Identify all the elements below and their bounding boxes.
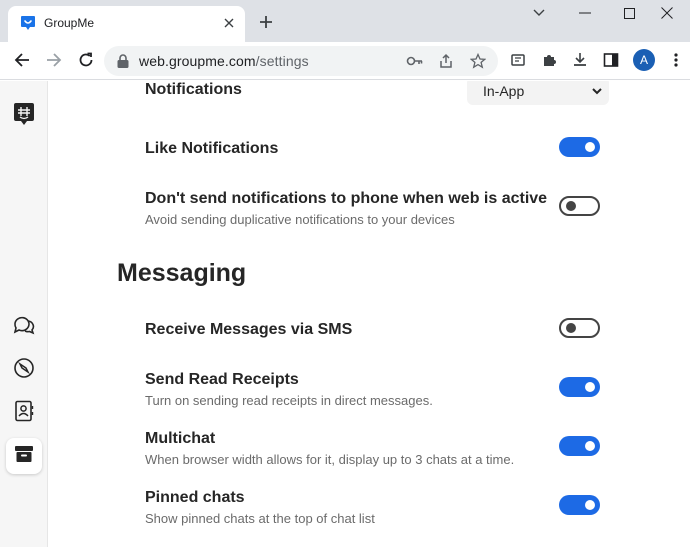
messaging-section-title: Messaging [117, 259, 247, 287]
groupme-favicon-icon [20, 15, 36, 32]
scrollbar[interactable] [686, 81, 690, 547]
new-tab-icon[interactable] [255, 11, 277, 33]
url-host: web.groupme.com [139, 53, 256, 69]
download-icon[interactable] [566, 46, 594, 74]
minimize-icon[interactable] [562, 0, 608, 26]
sms-setting-label: Receive Messages via SMS [145, 321, 353, 338]
close-window-icon[interactable] [644, 0, 690, 26]
tab-search-chevron-icon[interactable] [516, 0, 562, 26]
toggle-knob [585, 500, 595, 510]
multichat-label: Multichat [145, 430, 216, 447]
toggle-knob [566, 323, 576, 333]
browser-toolbar: web.groupme.com/settings A [0, 42, 690, 80]
password-key-icon[interactable] [404, 50, 426, 72]
archive-icon [14, 445, 34, 468]
read-receipts-label: Send Read Receipts [145, 371, 299, 388]
like-notifications-toggle[interactable] [559, 137, 600, 157]
reload-icon[interactable] [72, 46, 100, 74]
browser-tab[interactable]: GroupMe [8, 6, 245, 42]
back-icon[interactable] [8, 46, 36, 74]
browser-titlebar: GroupMe [0, 0, 690, 42]
groupme-app: Notifications In-App Like Notifications … [0, 81, 690, 547]
toggle-knob [585, 441, 595, 451]
multichat-toggle[interactable] [559, 436, 600, 456]
no-phone-notifications-toggle[interactable] [559, 196, 600, 216]
no-phone-notifications-description: Avoid sending duplicative notifications … [145, 212, 455, 227]
side-panel-icon[interactable] [597, 46, 625, 74]
sidebar-item-archive[interactable] [6, 438, 42, 474]
screenshot-icon[interactable] [504, 46, 532, 74]
toggle-knob [566, 201, 576, 211]
profile-avatar[interactable]: A [633, 49, 655, 71]
pinned-chats-toggle[interactable] [559, 495, 600, 515]
address-bar[interactable]: web.groupme.com/settings [104, 46, 498, 76]
sidebar-item-contacts[interactable] [6, 395, 42, 431]
multichat-description: When browser width allows for it, displa… [145, 452, 515, 467]
notifications-setting-label: Notifications [145, 81, 242, 98]
sidebar-item-discover[interactable] [6, 352, 42, 388]
close-tab-icon[interactable] [220, 14, 238, 32]
like-notifications-label: Like Notifications [145, 140, 279, 157]
groupme-logo-icon [13, 102, 35, 133]
settings-content: Notifications In-App Like Notifications … [48, 81, 690, 547]
sms-toggle[interactable] [559, 318, 600, 338]
toggle-knob [585, 382, 595, 392]
url-text[interactable]: web.groupme.com/settings [139, 53, 309, 69]
extensions-puzzle-icon[interactable] [535, 46, 563, 74]
read-receipts-description: Turn on sending read receipts in direct … [145, 393, 433, 408]
sidebar-item-home[interactable] [6, 99, 42, 135]
bookmark-star-icon[interactable] [467, 50, 489, 72]
pinned-chats-description: Show pinned chats at the top of chat lis… [145, 511, 375, 526]
notifications-select[interactable]: In-App [467, 81, 609, 105]
share-icon[interactable] [435, 50, 457, 72]
toggle-knob [585, 142, 595, 152]
sidebar [0, 81, 48, 547]
chevron-down-icon [591, 84, 603, 96]
url-path: /settings [255, 53, 309, 69]
contacts-icon [14, 400, 34, 427]
no-phone-notifications-label: Don't send notifications to phone when w… [145, 190, 548, 207]
chats-icon [13, 315, 35, 340]
sidebar-item-chats[interactable] [6, 309, 42, 345]
forward-icon[interactable] [40, 46, 68, 74]
lock-icon[interactable] [116, 53, 130, 69]
pinned-chats-label: Pinned chats [145, 489, 245, 506]
tab-title: GroupMe [44, 16, 95, 30]
notifications-select-value: In-App [483, 83, 525, 99]
discover-icon [13, 357, 35, 384]
menu-dots-icon[interactable] [662, 46, 690, 74]
read-receipts-toggle[interactable] [559, 377, 600, 397]
